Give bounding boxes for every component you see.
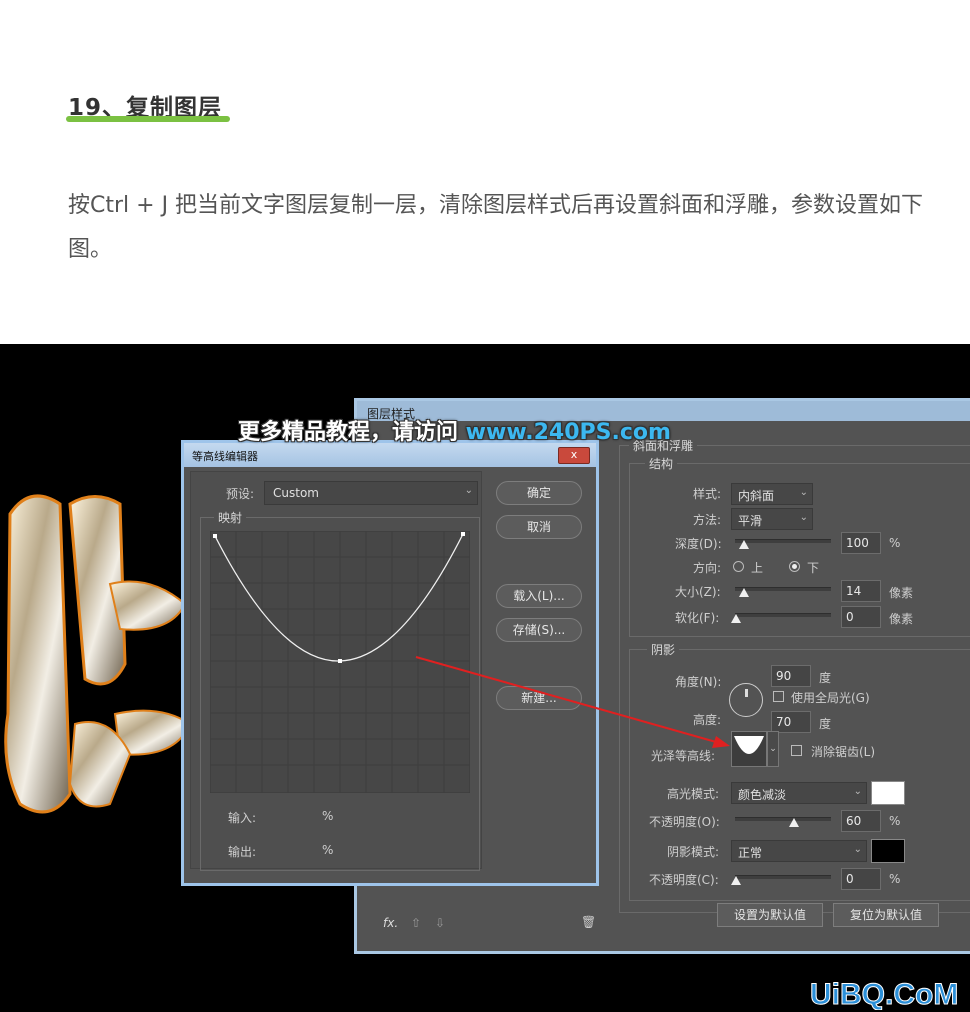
heading-underline (66, 116, 230, 122)
photoshop-screenshot: 更多精品教程，请访问 www.240PS.com 图层样式 斜面和浮雕 结构 样… (0, 344, 970, 1012)
instruction-paragraph: 按Ctrl + J 把当前文字图层复制一层，清除图层样式后再设置斜面和浮雕，参数… (68, 193, 924, 262)
site-logo: UiBQ.CoM (810, 978, 959, 1011)
site-watermark: 更多精品教程，请访问 www.240PS.com (238, 420, 671, 445)
svg-text:UiBQ.CoM: UiBQ.CoM (810, 978, 958, 1010)
